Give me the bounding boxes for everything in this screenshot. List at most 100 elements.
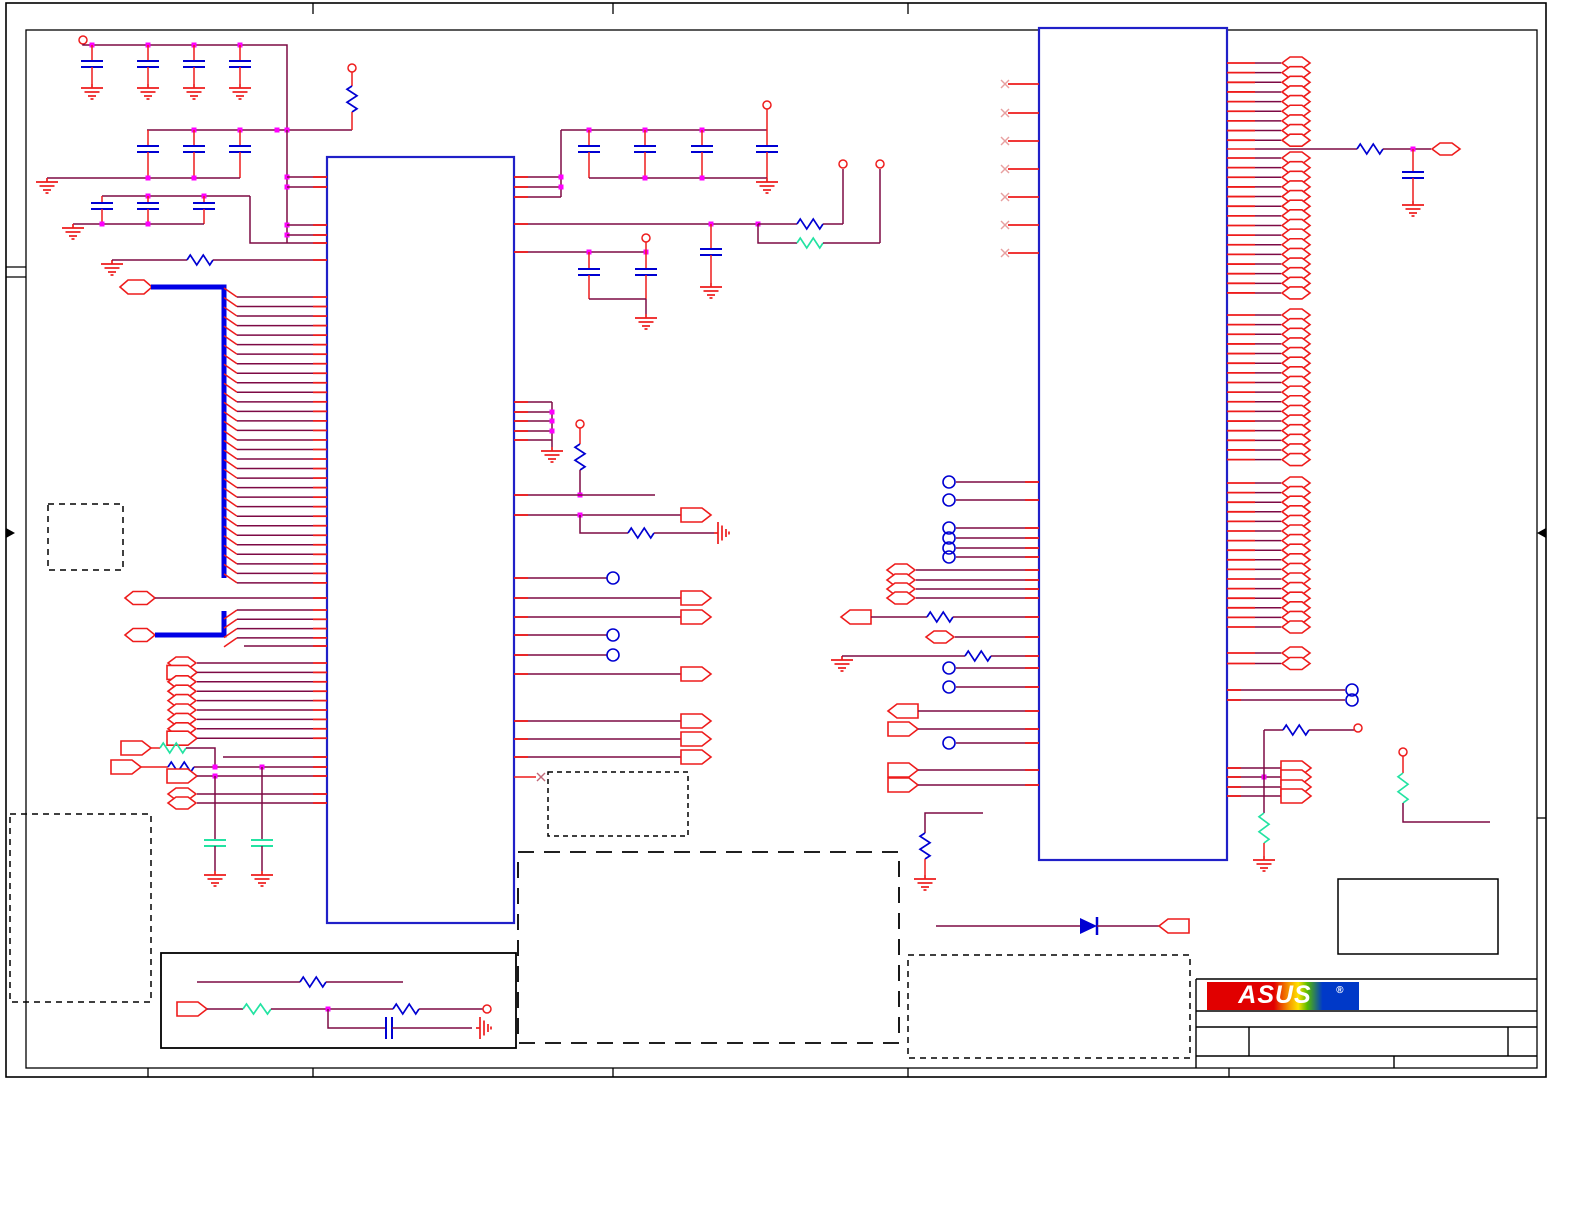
net-connector-pentagon — [1157, 918, 1190, 934]
net-connector-pentagon — [120, 740, 153, 756]
ground-symbol-icon — [1402, 201, 1424, 217]
no-connect-circle — [942, 475, 956, 489]
terminal-circle — [78, 35, 88, 45]
no-connect-circle — [606, 648, 620, 662]
resistor — [392, 1002, 420, 1016]
terminal-circle — [1353, 723, 1363, 733]
net-connector-hex — [123, 627, 157, 643]
solid-box-filter-circuit — [160, 952, 517, 1049]
resistor — [796, 217, 824, 231]
junction-dot — [145, 175, 151, 181]
resistor — [1396, 772, 1410, 804]
wire — [757, 224, 797, 244]
ic-blocks — [325, 26, 1229, 925]
ground-symbol-icon — [541, 447, 563, 463]
net-connector-hex — [1280, 452, 1312, 467]
net-connector-hex — [1280, 133, 1312, 147]
net-connector-pentagon — [886, 703, 919, 719]
components — [36, 35, 1490, 1039]
resistor — [918, 832, 932, 860]
ground-symbol-icon — [831, 656, 853, 672]
net-connector-pentagon — [839, 609, 872, 625]
terminal-circle — [347, 63, 357, 73]
resistor — [186, 253, 214, 267]
dashed-box-bottom-left — [9, 813, 152, 1003]
junction-dot — [99, 221, 105, 227]
resistor — [796, 236, 824, 250]
junction-dot — [145, 221, 151, 227]
annotation-boxes — [9, 503, 1499, 1059]
net-connector-pentagon — [680, 749, 713, 765]
wire — [924, 812, 983, 833]
net-connector-pentagon — [887, 777, 920, 793]
resistor — [242, 1002, 272, 1016]
net-connector-pentagon — [887, 762, 920, 778]
net-connector-hex — [1430, 142, 1462, 156]
sheet-frame — [5, 2, 1547, 1078]
ground-symbol-icon — [251, 871, 273, 887]
junction-dot — [642, 175, 648, 181]
title-block: ASUS ® — [1195, 978, 1537, 1068]
note-box — [1337, 878, 1499, 955]
resistor — [1282, 723, 1310, 737]
resistor — [345, 85, 359, 113]
outer-border — [5, 2, 1547, 1078]
net-connector-pentagon — [887, 721, 920, 737]
no-connect-circle — [606, 628, 620, 642]
junction-dot — [549, 409, 555, 415]
center-marker-arrow-icon — [6, 528, 15, 538]
net-connector-pentagon — [110, 759, 143, 775]
net-connector-pentagon — [680, 590, 713, 606]
net-connector-hex — [166, 796, 198, 810]
no-connect-circle — [942, 680, 956, 694]
dashed-box-left-mid — [47, 503, 124, 571]
terminal-circle — [575, 419, 585, 429]
schematic-canvas: ASUS ® — [5, 2, 1547, 1078]
ground-symbol-icon — [137, 84, 159, 100]
net-connector-hex — [1280, 620, 1312, 634]
dashed-box-small-center — [547, 771, 689, 837]
net-connector-hex — [924, 630, 956, 644]
net-connector-hex — [118, 279, 154, 295]
junction-dot — [191, 175, 197, 181]
no-connect-circle — [942, 550, 956, 564]
junction-dot — [212, 764, 218, 770]
inner-border — [25, 29, 1538, 1069]
ground-symbol-icon — [635, 314, 657, 330]
diode-icon — [1080, 918, 1097, 934]
ground-symbol-icon — [1253, 856, 1275, 872]
bus-wire — [151, 284, 227, 578]
junction-dot — [549, 418, 555, 424]
terminal-circle — [482, 1004, 492, 1014]
net-connector-hex — [123, 590, 157, 606]
ground-symbol-icon — [476, 1017, 492, 1039]
terminal-circle — [641, 233, 651, 243]
resistor — [1356, 142, 1384, 156]
net-connector-pentagon — [680, 507, 713, 523]
net-connector-pentagon — [166, 730, 199, 747]
terminal-circle — [762, 100, 772, 110]
junction-dot — [549, 428, 555, 434]
wire — [579, 515, 628, 534]
resistor — [1257, 812, 1271, 844]
net-connector-pentagon — [680, 713, 713, 729]
wire — [82, 44, 288, 130]
bus-entry — [223, 637, 238, 648]
resistor — [926, 610, 954, 624]
bus-entry — [223, 573, 238, 584]
ground-symbol-icon — [914, 875, 936, 891]
resistor — [573, 443, 587, 471]
ground-symbol-icon — [700, 283, 722, 299]
wire — [249, 196, 287, 244]
no-connect-circle — [942, 493, 956, 507]
center-marker-arrow-icon — [1537, 528, 1546, 538]
no-connect-circle — [942, 736, 956, 750]
asus-logo-text: ASUS — [1237, 981, 1311, 1009]
wire — [1402, 803, 1490, 823]
wire — [186, 747, 216, 767]
net-connector-pentagon — [680, 666, 713, 682]
ground-symbol-icon — [36, 178, 58, 194]
ground-symbol-icon — [101, 260, 123, 276]
terminal-circle — [838, 159, 848, 169]
ground-symbol-icon — [62, 224, 84, 240]
